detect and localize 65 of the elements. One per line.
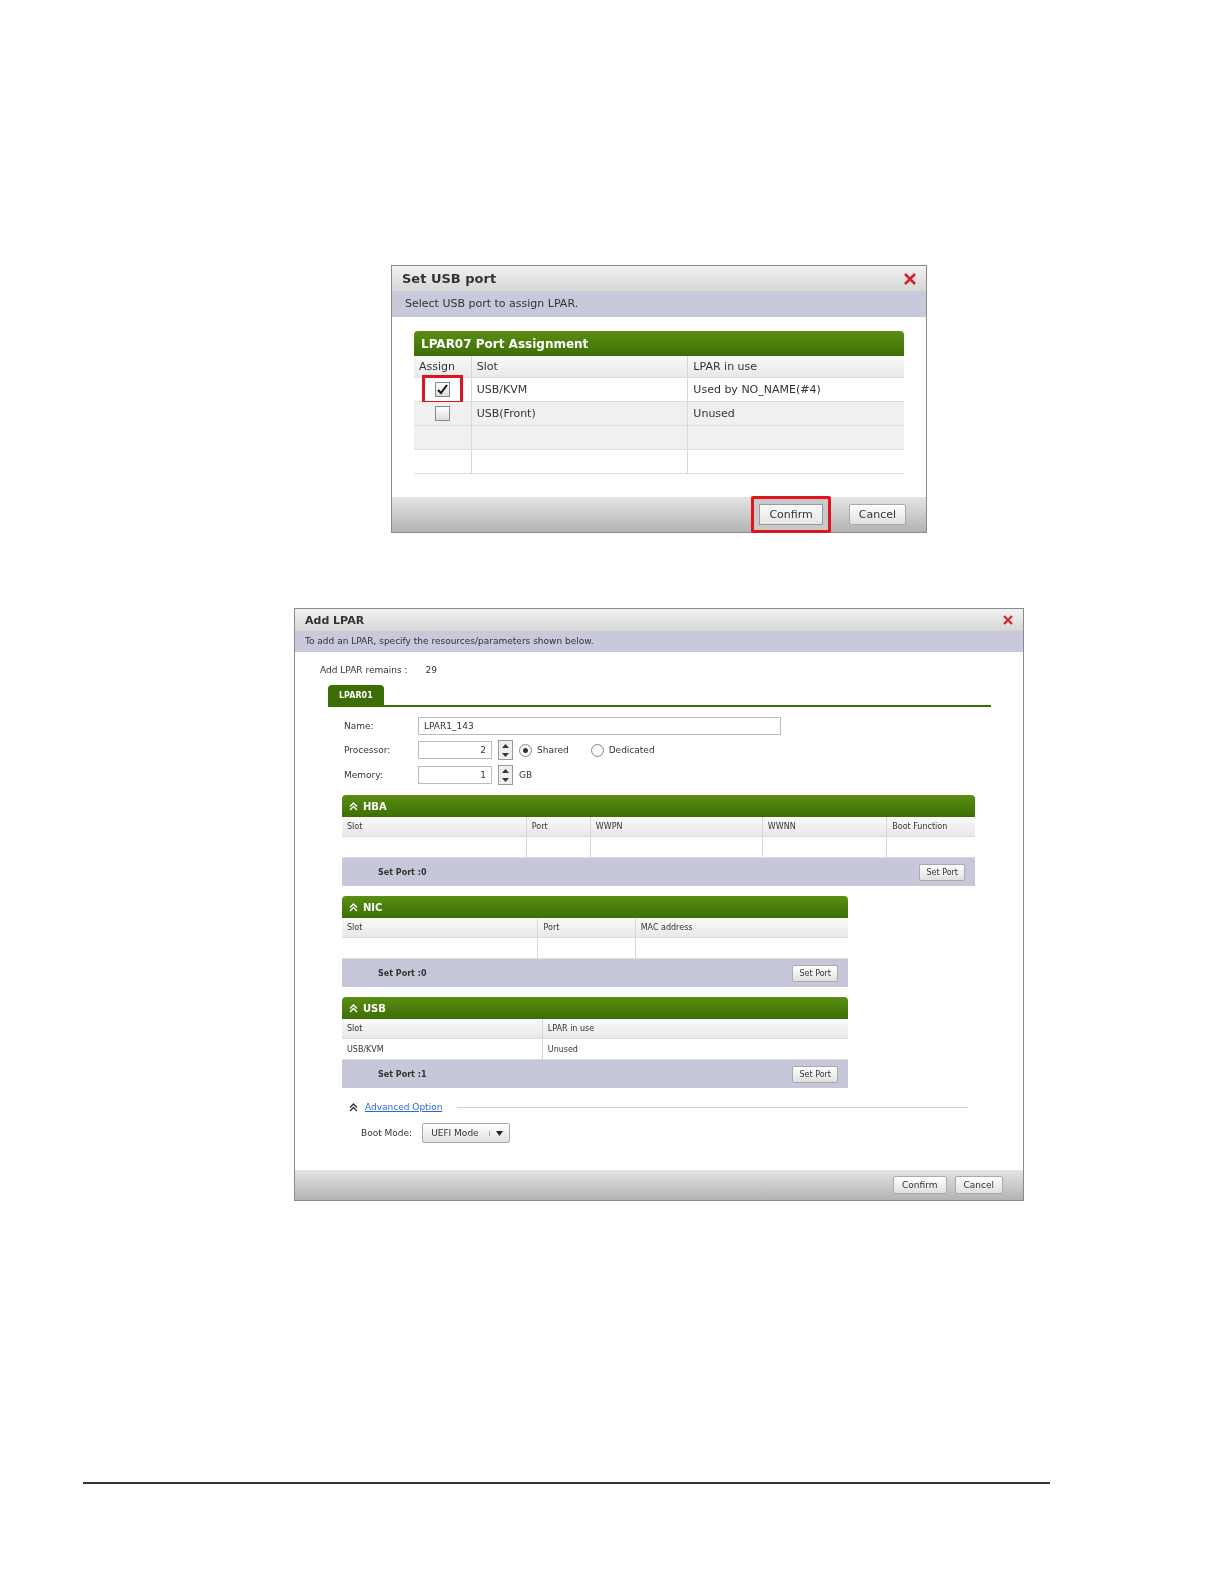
panel-header: LPAR07 Port Assignment — [414, 331, 904, 356]
radio-label: Dedicated — [608, 745, 655, 755]
column-header: MAC address — [639, 922, 694, 934]
column-header: Slot — [342, 817, 527, 836]
cancel-button[interactable]: Cancel — [954, 1176, 1003, 1194]
name-field[interactable]: LPAR1_143 — [418, 717, 781, 735]
port-count: Set Port :0 — [378, 968, 427, 978]
dialog-title: Add LPAR — [305, 613, 365, 627]
remains-value: 29 — [425, 665, 437, 675]
column-header: Port — [538, 918, 636, 937]
set-port-button[interactable]: Set Port — [919, 863, 965, 881]
column-header: Slot — [471, 356, 689, 377]
table-cell-text: Used by NO_NAME(#4) — [692, 382, 822, 398]
field-label: Name: — [344, 721, 375, 731]
column-header: Assign — [414, 356, 472, 377]
memory-field[interactable]: 1 — [418, 766, 492, 784]
advanced-option-link[interactable]: Advanced Option — [365, 1102, 443, 1112]
column-header: Slot — [342, 918, 539, 937]
boot-mode-dropdown[interactable]: UEFI Mode — [422, 1123, 510, 1143]
unit-label: GB — [519, 770, 533, 780]
close-icon[interactable] — [1003, 615, 1013, 625]
radio-button[interactable] — [590, 743, 604, 757]
column-header: LPAR in use — [692, 359, 759, 375]
column-header: Slot — [342, 1019, 543, 1038]
table-cell-text: Unused — [692, 406, 736, 422]
checkbox[interactable] — [424, 378, 460, 401]
table-cell-text: Unused — [546, 1043, 579, 1056]
section-header[interactable]: USB — [342, 997, 848, 1019]
dialog-title: Set USB port — [402, 271, 497, 286]
section-header[interactable]: NIC — [342, 896, 848, 918]
table-cell: USB/KVM — [471, 378, 689, 401]
port-count: Set Port :1 — [378, 1069, 427, 1079]
field-label: Boot Mode: — [361, 1128, 413, 1138]
remains-label: Add LPAR remains : — [320, 665, 408, 675]
table-cell: USB(Front) — [471, 402, 689, 425]
column-header: Boot Function — [891, 821, 949, 833]
section-title: HBA — [363, 800, 387, 812]
dropdown-arrow-icon — [495, 1130, 503, 1136]
instruction-text: To add an LPAR, specify the resources/parameters shown below. — [295, 631, 1023, 652]
spinner-icon[interactable] — [498, 765, 513, 785]
table-cell: USB/KVM — [342, 1039, 543, 1059]
spinner-icon[interactable] — [498, 740, 513, 760]
tab[interactable]: LPAR01 — [328, 685, 384, 705]
set-port-button[interactable]: Set Port — [792, 964, 838, 982]
field-label: Memory: — [344, 770, 384, 780]
close-icon[interactable] — [904, 272, 916, 285]
collapse-icon[interactable] — [349, 1102, 358, 1112]
processor-field[interactable]: 2 — [418, 741, 492, 759]
radio-label: Shared — [537, 745, 569, 755]
radio-button[interactable] — [519, 743, 532, 757]
confirm-button[interactable]: Confirm — [751, 496, 831, 533]
column-header: WWPN — [590, 817, 763, 836]
column-header: LPAR in use — [546, 1023, 596, 1035]
cancel-button[interactable]: Cancel — [848, 504, 906, 525]
section-header[interactable]: HBA — [342, 795, 975, 817]
column-header: Port — [526, 817, 591, 836]
field-label: Processor: — [344, 745, 392, 755]
section-title: USB — [363, 1002, 386, 1014]
set-port-button[interactable]: Set Port — [792, 1065, 838, 1083]
checkmark-icon — [436, 384, 448, 395]
section-title: NIC — [363, 901, 383, 913]
column-header: WWNN — [762, 817, 888, 836]
instruction-text: Select USB port to assign LPAR. — [392, 291, 926, 317]
confirm-button[interactable]: Confirm — [893, 1176, 947, 1194]
port-count: Set Port :0 — [378, 867, 427, 877]
